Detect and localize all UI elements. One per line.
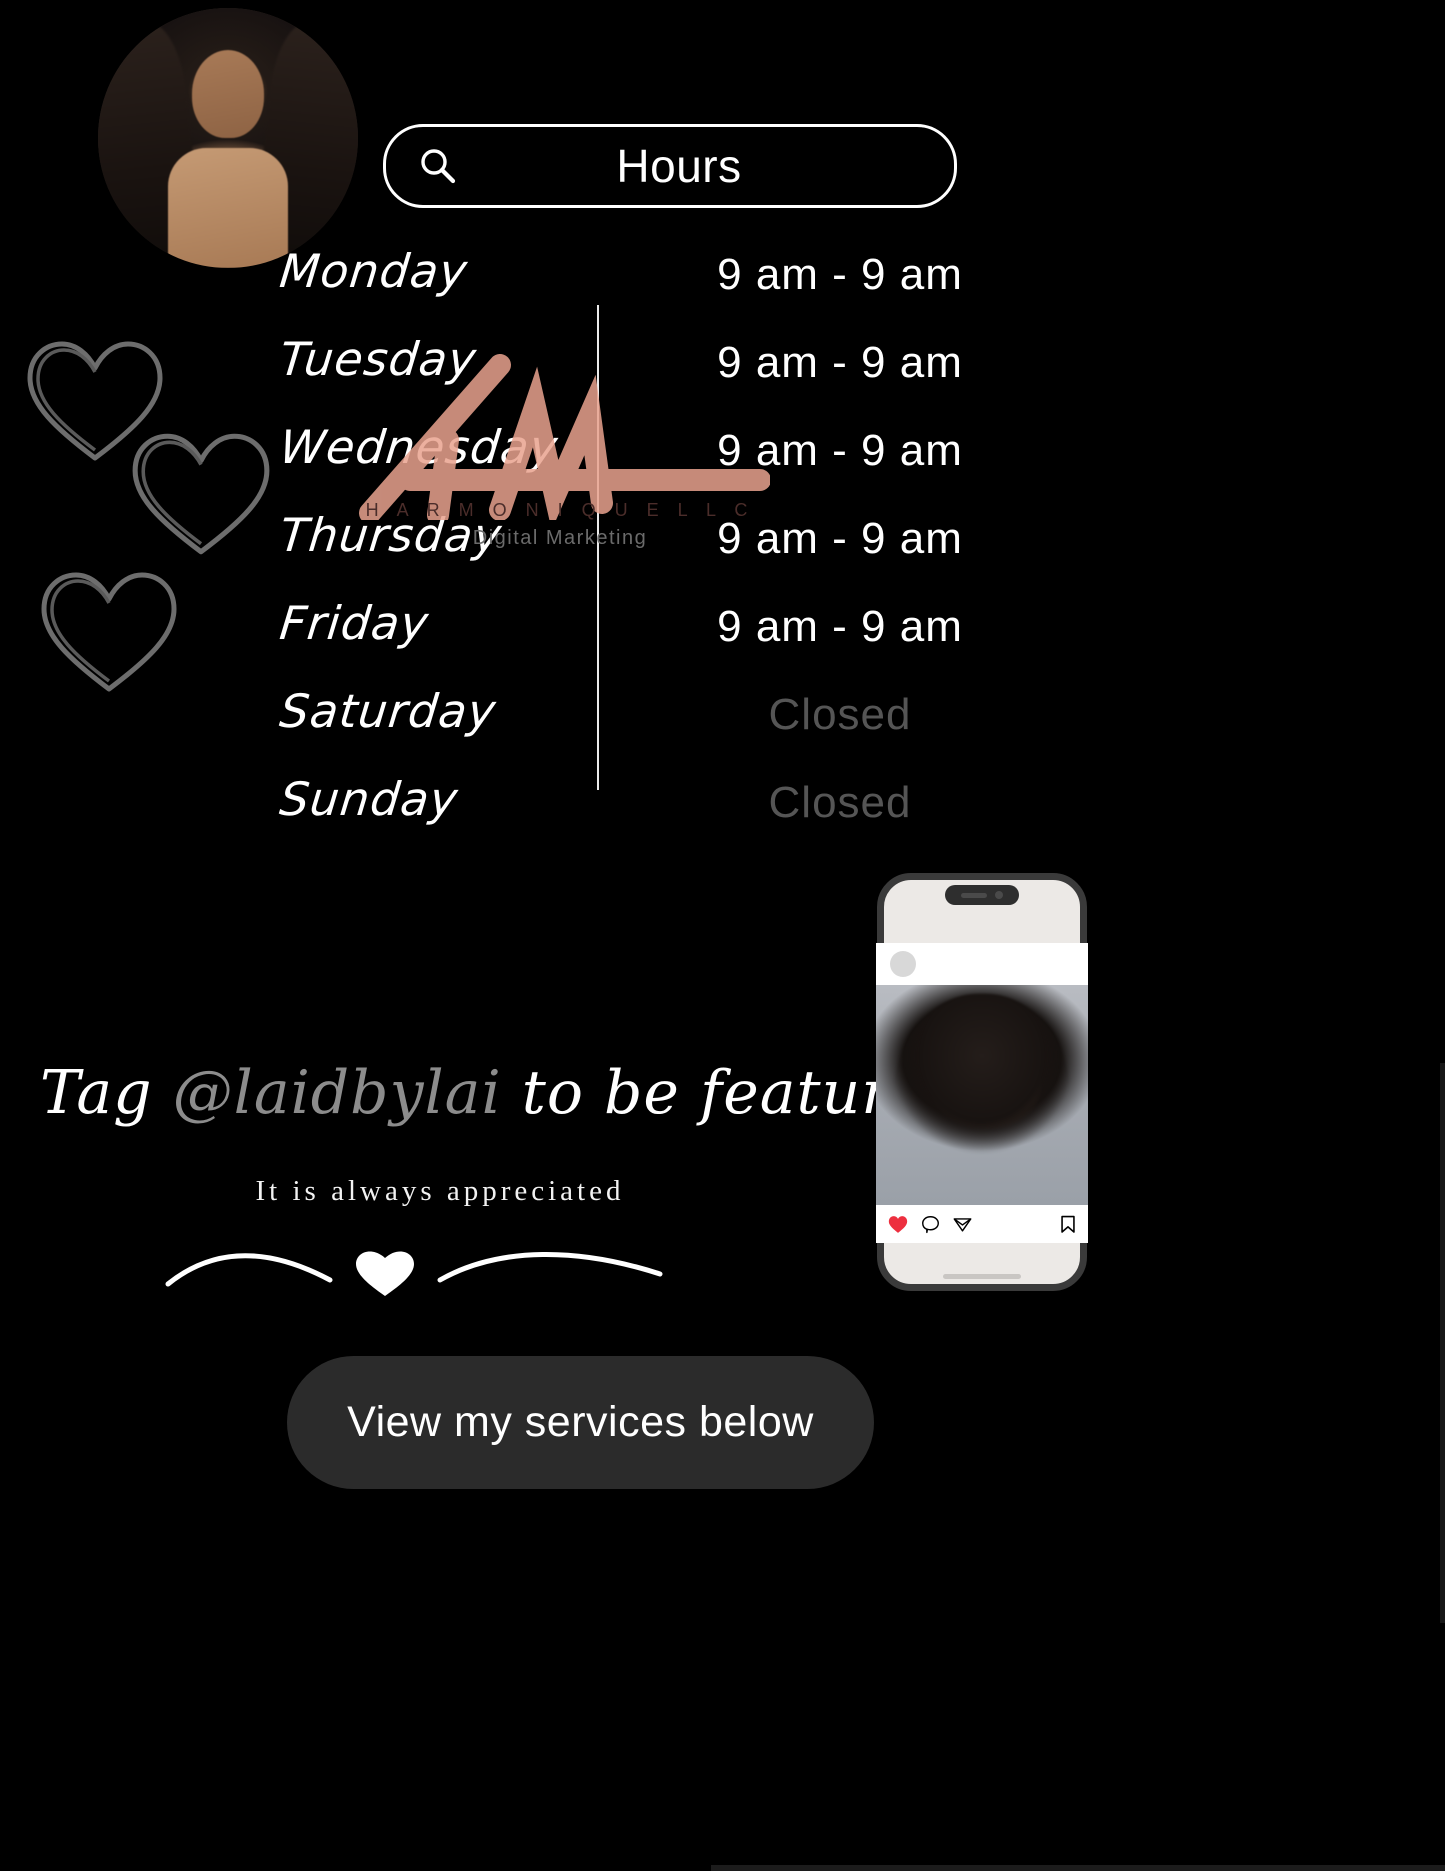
heart-outline-icon [132,433,270,555]
post-image [876,985,1088,1205]
instagram-post [876,943,1088,1243]
hours-table: Monday 9 am - 9 am Tuesday 9 am - 9 am W… [270,244,1010,868]
table-row: Friday 9 am - 9 am [270,596,1010,688]
avatar[interactable] [98,8,358,268]
swirl-divider-icon [165,1251,663,1296]
phone-notch [945,885,1019,905]
day-label: Sunday [277,772,461,826]
search-icon [421,149,456,184]
decorative-hearts [20,330,290,730]
day-label: Saturday [277,684,499,738]
hours-value: 9 am - 9 am [717,602,963,651]
post-action-bar [876,1205,1088,1243]
hours-value: 9 am - 9 am [717,426,963,475]
search-bar[interactable]: Hours [383,124,957,208]
post-image-subject [892,993,1072,1205]
camera-icon [995,891,1003,899]
appreciated-subtitle: It is always appreciated [255,1175,625,1207]
page-root: Hours Monday 9 am - 9 am Tuesday 9 am - … [0,0,1445,1871]
bottom-edge-sliver [711,1865,1445,1871]
day-label: Tuesday [277,332,480,386]
table-row: Saturday Closed [270,684,1010,776]
speaker-icon [961,892,987,898]
hours-value: 9 am - 9 am [717,514,963,563]
heart-outline-icon [41,572,177,692]
table-row: Tuesday 9 am - 9 am [270,332,1010,424]
phone-mockup [876,873,1088,1291]
hours-value: Closed [768,690,912,739]
phone-home-indicator [943,1274,1021,1279]
comment-icon[interactable] [921,1215,940,1234]
search-query-text[interactable]: Hours [460,139,954,193]
post-header [876,943,1088,985]
right-edge-sliver [1440,1063,1445,1623]
avatar-face [191,49,265,138]
view-services-label: View my services below [347,1398,814,1446]
bookmark-icon[interactable] [1060,1215,1076,1234]
table-row: Thursday 9 am - 9 am [270,508,1010,600]
day-label: Wednesday [277,420,561,474]
post-avatar [890,951,916,977]
day-label: Friday [277,596,432,650]
hours-value: 9 am - 9 am [717,338,963,387]
hours-value: 9 am - 9 am [717,250,963,299]
tag-prefix: Tag [40,1058,173,1128]
avatar-image [98,8,358,268]
day-label: Monday [277,244,471,298]
heart-solid-icon [356,1251,414,1296]
table-row: Monday 9 am - 9 am [270,244,1010,336]
hours-value: Closed [768,778,912,827]
share-icon[interactable] [953,1215,972,1234]
view-services-button[interactable]: View my services below [287,1356,874,1489]
table-row: Sunday Closed [270,772,1010,864]
table-row: Wednesday 9 am - 9 am [270,420,1010,512]
tag-featured-text: Tag @laidbylai to be featured [40,1058,966,1148]
instagram-handle[interactable]: @laidbylai [173,1058,502,1128]
day-label: Thursday [277,508,505,562]
heart-icon[interactable] [888,1215,908,1234]
